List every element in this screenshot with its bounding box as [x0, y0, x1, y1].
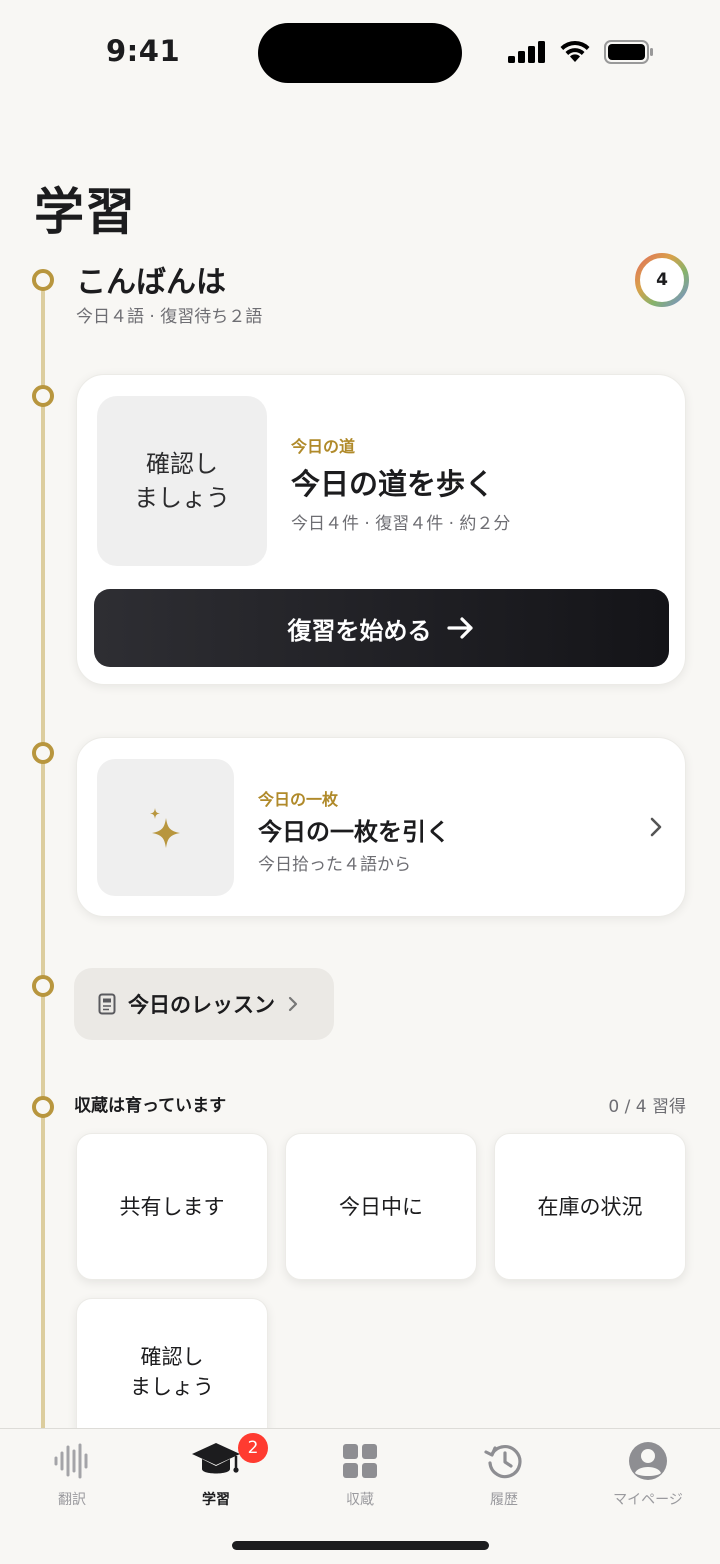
- signal-icon: [508, 41, 545, 63]
- timeline-line: [41, 290, 45, 1430]
- tab-history-label: 履歴: [490, 1492, 518, 1508]
- collection-label: 収蔵は育っています: [74, 1096, 227, 1116]
- collection-tile-text: 確認し ましょう: [130, 1344, 214, 1399]
- book-icon: [98, 993, 116, 1015]
- tab-translate-label: 翻訳: [58, 1492, 86, 1508]
- daily-card-draw[interactable]: 今日の一枚 今日の一枚を引く 今日拾った４語から: [76, 737, 686, 917]
- greeting-title: こんばんは: [76, 265, 226, 300]
- tab-collection[interactable]: 収蔵: [288, 1439, 432, 1519]
- timeline-dot: [32, 385, 54, 407]
- start-review-label: 復習を始める: [287, 616, 432, 645]
- profile-icon: [629, 1442, 667, 1480]
- waveform-icon: [54, 1443, 88, 1479]
- dynamic-island: [258, 23, 462, 83]
- timeline-dot: [32, 1096, 54, 1118]
- draw-title: 今日の一枚を引く: [258, 818, 450, 846]
- tab-collection-label: 収蔵: [346, 1492, 374, 1508]
- progress-ring-count: 4: [656, 270, 668, 290]
- start-review-button[interactable]: 復習を始める: [94, 589, 669, 667]
- page-title: 学習: [34, 183, 136, 241]
- today-lesson-label: 今日のレッスン: [128, 993, 275, 1017]
- timeline-dot: [32, 742, 54, 764]
- tab-mypage-label: マイページ: [613, 1492, 683, 1508]
- path-thumbnail-text: 確認し ましょう: [134, 450, 230, 512]
- collection-tile[interactable]: 在庫の状況: [494, 1133, 686, 1280]
- draw-thumbnail: [97, 759, 234, 896]
- study-badge: 2: [238, 1433, 268, 1463]
- timeline-dot: [32, 269, 54, 291]
- path-eyebrow: 今日の道: [291, 437, 356, 456]
- sparkle-icon: [149, 807, 180, 848]
- collection-tile-text: 共有します: [119, 1194, 225, 1219]
- collection-tile-text: 在庫の状況: [537, 1194, 643, 1219]
- collection-tile[interactable]: 確認し ましょう: [76, 1298, 268, 1445]
- wifi-icon: [560, 40, 590, 62]
- collection-count: 0 / 4 習得: [608, 1097, 686, 1117]
- status-time: 9:41: [106, 34, 181, 68]
- grid-icon: [343, 1444, 377, 1478]
- collection-tile[interactable]: 共有します: [76, 1133, 268, 1280]
- collection-tile-text: 今日中に: [339, 1194, 423, 1219]
- tab-history[interactable]: 履歴: [432, 1439, 576, 1519]
- tab-mypage[interactable]: マイページ: [576, 1439, 720, 1519]
- greeting-subtitle: 今日４語 · 復習待ち２語: [76, 307, 263, 327]
- status-icons: [508, 40, 654, 64]
- chevron-right-icon: [650, 817, 662, 837]
- chevron-right-icon: [288, 996, 298, 1012]
- draw-subtitle: 今日拾った４語から: [258, 855, 411, 875]
- today-lesson-button[interactable]: 今日のレッスン: [74, 968, 334, 1040]
- tab-study-label: 学習: [202, 1492, 230, 1508]
- arrow-right-icon: [446, 617, 473, 639]
- collection-tile[interactable]: 今日中に: [285, 1133, 477, 1280]
- path-title: 今日の道を歩く: [291, 467, 495, 501]
- home-indicator[interactable]: [232, 1541, 489, 1550]
- timeline-dot: [32, 975, 54, 997]
- draw-eyebrow: 今日の一枚: [258, 790, 339, 809]
- path-thumbnail: 確認し ましょう: [97, 396, 267, 566]
- graduation-cap-icon: [192, 1443, 240, 1474]
- path-subtitle: 今日４件 · 復習４件 · 約２分: [291, 514, 511, 534]
- today-path-card[interactable]: 確認し ましょう 今日の道 今日の道を歩く 今日４件 · 復習４件 · 約２分 …: [76, 374, 686, 685]
- battery-icon: [604, 40, 653, 64]
- history-icon: [484, 1445, 522, 1479]
- tab-translate[interactable]: 翻訳: [0, 1439, 144, 1519]
- status-bar: 9:41: [0, 0, 720, 110]
